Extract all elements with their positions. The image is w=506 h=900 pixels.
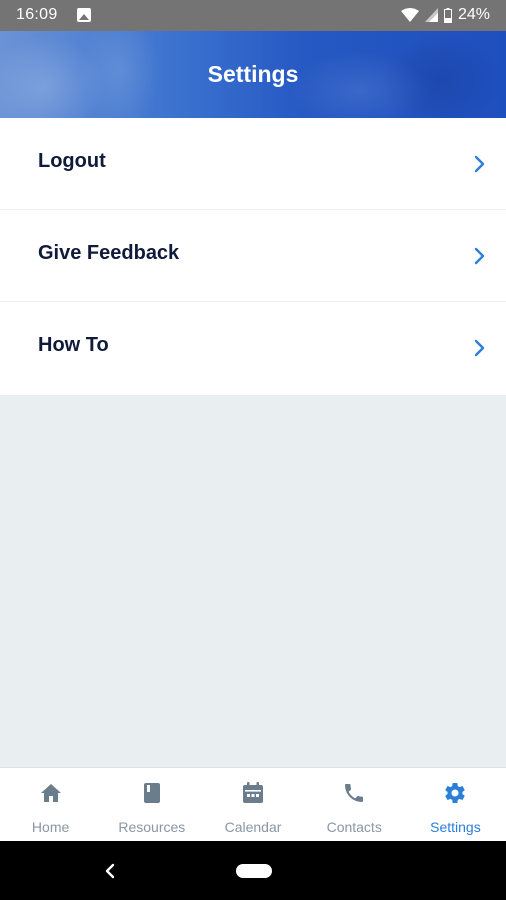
nav-item-calendar[interactable]: Calendar [202, 768, 303, 841]
gear-icon [445, 783, 466, 803]
menu-item-label: How To [38, 334, 109, 356]
back-icon[interactable] [103, 863, 117, 879]
home-icon [40, 784, 61, 802]
status-bar: 16:09 24% [0, 0, 506, 31]
nav-item-settings[interactable]: Settings [405, 768, 506, 841]
phone-icon [345, 784, 364, 802]
battery-percent: 24% [457, 6, 490, 23]
signal-icon [424, 8, 438, 22]
home-pill-button[interactable] [236, 864, 272, 878]
battery-icon [443, 7, 452, 23]
menu-item-give-feedback[interactable]: Give Feedback [0, 210, 506, 302]
chevron-right-icon [474, 247, 485, 265]
wifi-icon [400, 8, 419, 22]
image-icon [77, 8, 91, 22]
calendar-icon [243, 782, 263, 803]
nav-item-home[interactable]: Home [0, 768, 101, 841]
book-icon [143, 783, 160, 803]
settings-menu: Logout Give Feedback How To [0, 118, 506, 395]
chevron-right-icon [474, 155, 485, 173]
nav-item-contacts[interactable]: Contacts [304, 768, 405, 841]
nav-label: Contacts [326, 819, 382, 835]
nav-label: Calendar [224, 819, 282, 835]
menu-item-label: Give Feedback [38, 242, 180, 264]
nav-item-resources[interactable]: Resources [101, 768, 202, 841]
menu-item-label: Logout [38, 150, 106, 172]
nav-label: Settings [430, 819, 481, 835]
status-icons: 24% [400, 6, 490, 24]
system-nav-bar [0, 841, 506, 900]
page-title: Settings [207, 61, 299, 87]
menu-item-how-to[interactable]: How To [0, 302, 506, 395]
bottom-nav: Home Resources Calendar Contacts Setting… [0, 767, 506, 841]
menu-item-logout[interactable]: Logout [0, 118, 506, 210]
status-time: 16:09 [16, 6, 58, 23]
chevron-right-icon [474, 339, 485, 357]
app-header: Settings [0, 31, 506, 118]
nav-label: Home [31, 819, 70, 835]
nav-label: Resources [118, 819, 186, 835]
